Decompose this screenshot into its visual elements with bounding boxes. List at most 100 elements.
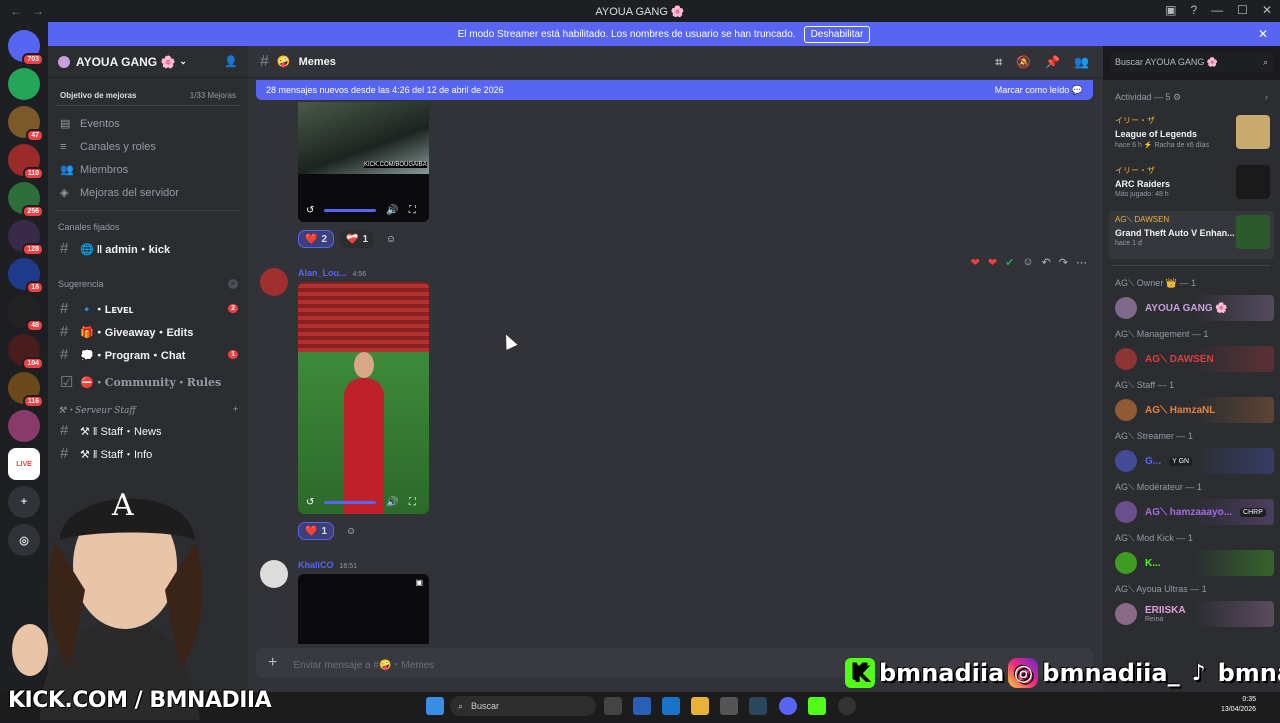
- message-author[interactable]: KhaliCO 16:51: [298, 560, 357, 570]
- member-item[interactable]: AG⟍ hamzaaayo... CHRP: [1103, 497, 1280, 527]
- volume-bar[interactable]: [324, 208, 377, 212]
- forward-icon[interactable]: ↷: [1059, 256, 1068, 269]
- add-member-icon[interactable]: 👤: [224, 55, 238, 68]
- help-icon[interactable]: ?: [1190, 3, 1197, 17]
- chevron-right-icon[interactable]: ›: [1265, 92, 1268, 103]
- avatar[interactable]: [260, 560, 288, 588]
- staff-channel-item[interactable]: # ⚒ ‖ Staff・News: [48, 419, 248, 442]
- boost-goal[interactable]: Objetivo de mejoras 1/33 Mejoras: [56, 86, 240, 106]
- volume-icon[interactable]: 🔊: [386, 205, 398, 216]
- inbox-icon[interactable]: ▣: [1165, 3, 1176, 17]
- outlook-icon[interactable]: [662, 697, 680, 715]
- app-icon[interactable]: [720, 697, 738, 715]
- server-icon[interactable]: 256: [8, 182, 44, 218]
- menu-item-miembros[interactable]: 👥 Miembros: [48, 158, 248, 181]
- task-view-icon[interactable]: [604, 697, 622, 715]
- timestamp: 4:56: [352, 271, 367, 278]
- dismiss-icon[interactable]: ✕: [228, 279, 238, 289]
- obs-icon[interactable]: [838, 697, 856, 715]
- server-icon[interactable]: 116: [8, 372, 44, 408]
- close-window-icon[interactable]: ✕: [1262, 3, 1272, 17]
- reaction-button[interactable]: ❤️ 1: [298, 522, 335, 540]
- menu-item-mejoras-del-servidor[interactable]: ◈ Mejoras del servidor: [48, 181, 248, 204]
- notifications-icon[interactable]: 🔕: [1016, 55, 1031, 70]
- server-icon[interactable]: [8, 68, 40, 100]
- video-attachment[interactable]: ↺ 🔊 ⛶: [298, 282, 429, 514]
- server-header[interactable]: AYOUA GANG 🌸 ⌄ 👤: [48, 46, 248, 78]
- activity-card[interactable]: イリー・ザ ARC Raiders Más jugado: 48 h: [1109, 161, 1274, 209]
- fullscreen-icon[interactable]: ⛶: [409, 497, 416, 508]
- add-reaction-icon[interactable]: ☺: [340, 522, 362, 540]
- volume-bar[interactable]: [324, 500, 377, 504]
- video-attachment[interactable]: ▣: [298, 574, 429, 644]
- server-icon[interactable]: 703: [8, 30, 44, 66]
- more-icon[interactable]: ⋯: [1076, 256, 1087, 269]
- member-item[interactable]: AYOUA GANG 🌸: [1103, 293, 1280, 323]
- add-reaction-icon[interactable]: ☺: [1022, 256, 1033, 269]
- activity-header[interactable]: Actividad — 5 ⚙ ›: [1103, 80, 1280, 109]
- minimize-icon[interactable]: —: [1211, 3, 1223, 17]
- server-icon[interactable]: [8, 410, 40, 442]
- channel-item[interactable]: # 🎁・Giveaway・Edits: [48, 320, 248, 343]
- new-messages-bar[interactable]: 28 mensajes nuevos desde las 4:26 del 12…: [256, 80, 1093, 100]
- disable-streamer-button[interactable]: Deshabilitar: [803, 25, 871, 43]
- menu-item-canales-y-roles[interactable]: ≡ Canales y roles: [48, 135, 248, 158]
- replay-icon[interactable]: ↺: [306, 205, 314, 216]
- mark-read-button[interactable]: Marcar como leído 💬: [995, 85, 1083, 96]
- pinned-channel[interactable]: # 🌐 ‖ admin・kick: [48, 237, 248, 260]
- channel-item[interactable]: # 💭・Program・Chat 1: [48, 343, 248, 366]
- staff-channel-item[interactable]: # ⚒ ‖ Staff・Info: [48, 442, 248, 465]
- video-attachment[interactable]: KICK.COM/BOUGAIBA ↺ 🔊 ⛶: [298, 102, 429, 222]
- react-check-icon[interactable]: ✔: [1005, 256, 1014, 269]
- clock[interactable]: 0:35 13/04/2026: [1221, 695, 1256, 715]
- role-header: AG⟍ Mod Kick — 1: [1115, 533, 1193, 543]
- taskbar-search[interactable]: ⌕ Buscar: [450, 696, 596, 716]
- server-icon[interactable]: 110: [8, 144, 44, 180]
- kick-icon[interactable]: [808, 697, 826, 715]
- close-icon[interactable]: ✕: [1258, 27, 1268, 41]
- member-name: K...: [1145, 557, 1161, 569]
- rules-channel[interactable]: ☑ ⛔・Community・Rules: [48, 370, 248, 393]
- store-icon[interactable]: [633, 697, 651, 715]
- video-controls[interactable]: ↺ 🔊 ⛶: [298, 202, 429, 218]
- activity-card[interactable]: イリー・ザ League of Legends hace 6 h ⚡ Racha d…: [1109, 111, 1274, 159]
- server-icon[interactable]: 16: [8, 258, 44, 294]
- server-icon[interactable]: 104: [8, 334, 44, 370]
- reaction-button[interactable]: ❤️ 2: [298, 230, 335, 248]
- add-reaction-icon[interactable]: ☺: [380, 230, 402, 248]
- members-icon[interactable]: 👥: [1074, 55, 1089, 70]
- menu-item-eventos[interactable]: ▤ Eventos: [48, 112, 248, 135]
- channel-item[interactable]: # 🔹・Lᴇᴠᴇʟ 2: [48, 297, 248, 320]
- maximize-icon[interactable]: ☐: [1237, 3, 1248, 17]
- volume-icon[interactable]: 🔊: [386, 497, 398, 508]
- threads-icon[interactable]: ⌗: [995, 55, 1002, 70]
- reaction-button[interactable]: ❤️‍🩹 1: [340, 230, 375, 248]
- reply-icon[interactable]: ↶: [1042, 256, 1051, 269]
- video-controls[interactable]: ↺ 🔊 ⛶: [298, 494, 429, 510]
- steam-icon[interactable]: [749, 697, 767, 715]
- member-item[interactable]: ERIISKA Reina: [1103, 599, 1280, 629]
- explorer-icon[interactable]: [691, 697, 709, 715]
- staff-category[interactable]: ⚒・Serveur Staff +: [48, 399, 248, 419]
- member-item[interactable]: G... Y GN: [1103, 446, 1280, 476]
- react-heart-icon[interactable]: ❤: [988, 256, 997, 269]
- message-author[interactable]: Alan_Lou... 4:56: [298, 268, 366, 278]
- react-heart-icon[interactable]: ❤: [971, 256, 980, 269]
- member-item[interactable]: AG⟍ DAWSEN: [1103, 344, 1280, 374]
- add-channel-icon[interactable]: +: [233, 404, 238, 414]
- server-icon[interactable]: 128: [8, 220, 44, 256]
- attach-icon[interactable]: +: [268, 654, 277, 672]
- start-icon[interactable]: [426, 697, 444, 715]
- discord-icon[interactable]: [779, 697, 797, 715]
- search-input[interactable]: Buscar AYOUA GANG 🌸 ⌕: [1110, 52, 1274, 72]
- avatar[interactable]: [260, 268, 288, 296]
- pin-icon[interactable]: 📌: [1045, 55, 1060, 70]
- fullscreen-icon[interactable]: ⛶: [409, 205, 416, 216]
- server-icon[interactable]: 47: [8, 106, 44, 142]
- member-item[interactable]: K...: [1103, 548, 1280, 578]
- server-icon[interactable]: 48: [8, 296, 44, 332]
- member-item[interactable]: AG⟍ HamzaNL: [1103, 395, 1280, 425]
- avatar: [1115, 450, 1137, 472]
- activity-card[interactable]: AG⟍ DAWSEN Grand Theft Auto V Enhan... hac…: [1109, 211, 1274, 259]
- replay-icon[interactable]: ↺: [306, 497, 314, 508]
